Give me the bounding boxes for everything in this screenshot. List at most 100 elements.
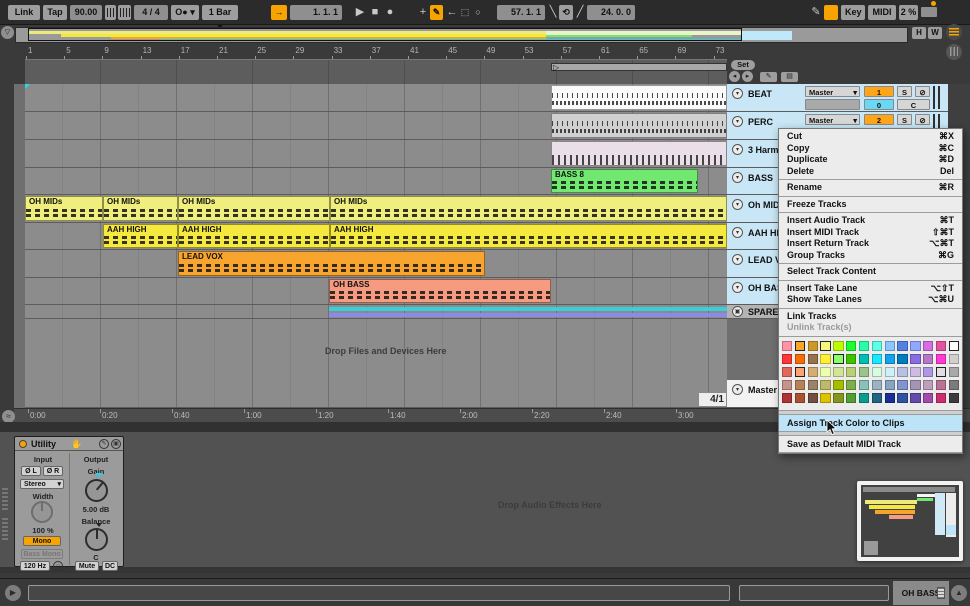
bass-mono-button[interactable]: Bass Mono [21,549,63,559]
menu-item-group-tracks[interactable]: Group Tracks⌘G [779,250,962,262]
follow-button[interactable]: → [271,5,287,20]
prev-locator-button[interactable]: ◂ [729,71,740,82]
unfold-track-icon[interactable]: ▾ [732,144,743,155]
color-swatch[interactable] [782,367,792,378]
clip-view-toggle-icon[interactable] [946,24,962,40]
width-knob[interactable] [31,501,53,523]
hot-swap-icon[interactable]: ✎ [99,439,109,449]
clip[interactable]: LEAD VOX [178,251,485,276]
menu-item-insert-audio-track[interactable]: Insert Audio Track⌘T [779,215,962,227]
color-swatch[interactable] [808,380,818,391]
menu-item-assign-track-color-to-clips[interactable]: Assign Track Color to Clips [779,415,962,432]
gain-knob[interactable] [85,479,108,502]
color-swatch[interactable] [808,341,818,352]
set-locator-button[interactable]: Set [731,60,755,70]
color-swatch[interactable] [897,341,907,352]
menu-item-rename[interactable]: Rename⌘R [779,182,962,194]
menu-item-save-as-default-midi-track[interactable]: Save as Default MIDI Track [779,436,962,453]
color-swatch[interactable] [923,354,933,365]
unfold-track-icon[interactable]: ▾ [732,384,743,395]
menu-item-insert-return-track[interactable]: Insert Return Track⌥⌘T [779,238,962,250]
color-swatch[interactable] [910,393,920,404]
channel-mode-select[interactable]: Stereo▾ [20,479,64,489]
punch-out-icon[interactable]: ╱ [575,4,585,20]
play-button[interactable]: ▶ [353,4,367,20]
menu-item-duplicate[interactable]: Duplicate⌘D [779,154,962,166]
unfold-track-icon[interactable]: ▾ [732,88,743,99]
output-routing-select[interactable]: Master▾ [805,114,860,125]
color-swatch[interactable] [808,393,818,404]
computer-midi-keyboard-button[interactable] [824,5,838,20]
color-swatch[interactable] [936,367,946,378]
draw-automation-button[interactable]: ✎ [760,72,777,82]
unfold-track-icon[interactable]: ▾ [732,254,743,265]
color-swatch[interactable] [897,367,907,378]
unfold-track-icon[interactable]: ▾ [732,172,743,183]
mono-button[interactable]: Mono [23,536,61,546]
track-lane-lead-vo[interactable]: LEAD VOX [25,250,727,278]
color-swatch[interactable] [923,367,933,378]
color-swatch[interactable] [859,393,869,404]
color-swatch[interactable] [897,380,907,391]
headphones-icon[interactable]: ○ [53,561,63,571]
color-swatch[interactable] [833,367,843,378]
color-swatch[interactable] [910,354,920,365]
menu-item-link-tracks[interactable]: Link Tracks [779,311,962,323]
loop-brace[interactable]: ▷ [551,63,727,71]
color-swatch[interactable] [923,341,933,352]
menu-item-copy[interactable]: Copy⌘C [779,143,962,155]
phase-left-button[interactable]: Ø L [21,466,41,476]
unfold-track-icon[interactable]: ▾ [732,282,743,293]
color-swatch[interactable] [910,367,920,378]
re-enable-automation-button[interactable]: ← [446,4,458,20]
color-swatch[interactable] [820,367,830,378]
color-swatch[interactable] [782,393,792,404]
color-swatch[interactable] [872,380,882,391]
metronome-b-icon[interactable] [118,5,131,20]
track-lane-master[interactable] [25,380,727,408]
output-routing-select[interactable]: Master▾ [805,86,860,97]
color-swatch[interactable] [808,367,818,378]
color-swatch[interactable] [910,341,920,352]
optimize-height-button[interactable]: H [912,27,926,39]
session-record-button[interactable]: ○ [472,4,484,20]
clip[interactable]: OH MIDs [330,196,727,221]
color-swatch[interactable] [936,341,946,352]
menu-item-show-take-lanes[interactable]: Show Take Lanes⌥⌘U [779,294,962,306]
device-on-led[interactable] [19,440,27,448]
overview-selection-box[interactable] [28,28,742,41]
color-swatch[interactable] [936,393,946,404]
clip[interactable]: BASS 8 [551,169,698,193]
take-lane-stripe[interactable] [329,307,727,311]
unfold-track-icon[interactable]: ▾ [732,199,743,210]
link-button[interactable]: Link [8,5,40,20]
color-swatch[interactable] [808,354,818,365]
metronome-menu[interactable]: O● ▾ [171,5,199,20]
clip[interactable]: AAH HIGH [330,224,727,248]
color-swatch[interactable] [820,393,830,404]
color-swatch[interactable] [833,393,843,404]
color-swatch[interactable] [833,341,843,352]
tempo-field[interactable]: 90.00 [70,5,102,20]
color-swatch[interactable] [859,367,869,378]
menu-item-insert-midi-track[interactable]: Insert MIDI Track⇧⌘T [779,227,962,239]
loop-start-field[interactable]: 57. 1. 1 [497,5,545,20]
color-swatch[interactable] [795,393,805,404]
color-swatch[interactable] [885,367,895,378]
balance-knob[interactable] [85,528,108,551]
device-view-grip[interactable] [2,488,8,510]
color-swatch[interactable] [820,354,830,365]
arrangement-overview[interactable] [15,27,908,43]
draw-mode-icon[interactable]: ✎ [810,4,822,20]
volume-field[interactable]: 0 [864,99,894,110]
metronome-a-icon[interactable] [105,5,116,20]
time-signature-display[interactable]: 4/1 [698,392,727,407]
lock-envelopes-button[interactable]: ▤ [781,72,798,82]
clip[interactable] [551,85,727,110]
clip[interactable]: AAH HIGH [178,224,330,248]
color-swatch[interactable] [859,341,869,352]
arrangement-position-field[interactable]: 1. 1. 1 [290,5,342,20]
track-lane-oh-bass[interactable]: OH BASS [25,278,727,305]
color-swatch[interactable] [910,380,920,391]
automation-arm-button[interactable]: ✎ [430,5,443,20]
